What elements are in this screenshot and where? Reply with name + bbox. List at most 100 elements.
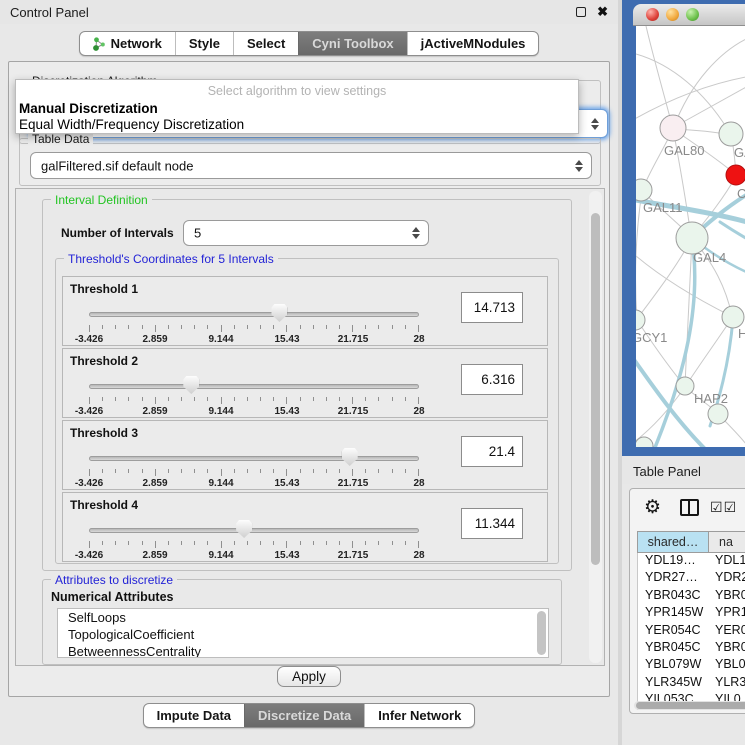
slider-thumb[interactable] xyxy=(342,448,358,466)
threshold-label: Threshold 2 xyxy=(70,354,138,368)
scrollbar-thumb[interactable] xyxy=(591,213,600,565)
columns-icon[interactable] xyxy=(680,499,699,516)
threshold-value-field[interactable]: 14.713 xyxy=(461,292,523,323)
attribute-list-item[interactable]: BetweennessCentrality xyxy=(58,643,548,658)
scrollbar-thumb[interactable] xyxy=(636,702,745,709)
cell-shared-name[interactable]: YLR345W xyxy=(638,675,709,692)
network-icon xyxy=(93,37,106,51)
table-row[interactable]: YDL19…YDL1 xyxy=(638,553,745,570)
network-node-hap2[interactable] xyxy=(676,377,694,395)
attribute-list-item[interactable]: SelfLoops xyxy=(58,609,548,626)
table-panel-title: Table Panel xyxy=(633,464,701,479)
slider-thumb[interactable] xyxy=(183,376,199,394)
table-data-combobox[interactable]: galFiltered.sif default node xyxy=(30,152,592,179)
network-node[interactable] xyxy=(636,437,653,447)
vertical-scrollbar[interactable] xyxy=(589,191,602,663)
network-node[interactable] xyxy=(660,115,686,141)
cell-shared-name[interactable]: YER054C xyxy=(638,623,709,640)
network-canvas[interactable]: GAL80 GA C GAL11 GAL4 GCY1 H HAP2 xyxy=(636,26,745,447)
column-header-shared-name[interactable]: shared… xyxy=(638,532,709,552)
cell-name[interactable]: YDL1 xyxy=(709,553,745,570)
list-scrollbar[interactable] xyxy=(537,611,546,655)
gear-icon[interactable]: ⚙ xyxy=(644,496,661,519)
checkbox-icon: ☑ xyxy=(710,499,724,515)
tick-label: 2.859 xyxy=(142,550,167,561)
cell-name[interactable]: YPR1 xyxy=(709,605,745,622)
column-header-name[interactable]: na xyxy=(709,532,745,552)
float-window-icon[interactable] xyxy=(576,7,586,17)
threshold-3-slider[interactable]: -3.426 2.859 9.144 15.43 21.715 28 xyxy=(89,447,419,489)
tab-jactivemnodules[interactable]: jActiveMNodules xyxy=(407,32,539,55)
cell-shared-name[interactable]: YPR145W xyxy=(638,605,709,622)
cell-shared-name[interactable]: YBR045C xyxy=(638,640,709,657)
tab-impute-data[interactable]: Impute Data xyxy=(144,704,244,727)
table-row[interactable]: YLR345WYLR3 xyxy=(638,675,745,692)
minimize-traffic-light-icon[interactable] xyxy=(666,8,679,21)
close-traffic-light-icon[interactable] xyxy=(646,8,659,21)
network-node[interactable] xyxy=(708,404,728,424)
zoom-traffic-light-icon[interactable] xyxy=(686,8,699,21)
cyni-toolbox-panel: Discretization Algorithm Select algorith… xyxy=(8,61,610,697)
network-node[interactable] xyxy=(722,306,744,328)
threshold-2-slider[interactable]: -3.426 2.859 9.144 15.43 21.715 28 xyxy=(89,375,419,417)
network-node[interactable] xyxy=(636,310,645,330)
slider-track[interactable] xyxy=(89,528,419,533)
cell-name[interactable]: YDR2 xyxy=(709,570,745,587)
network-window-titlebar[interactable] xyxy=(633,4,745,26)
select-columns-icon[interactable]: ☑☑ xyxy=(710,499,737,516)
table-row[interactable]: YBR043CYBR0 xyxy=(638,588,745,605)
threshold-value-field[interactable]: 6.316 xyxy=(461,364,523,395)
table-row[interactable]: YDR27…YDR2 xyxy=(638,570,745,587)
cell-name[interactable]: YBL0 xyxy=(709,657,745,674)
node-label-gal4: GAL4 xyxy=(693,250,726,265)
table-row[interactable]: YPR145WYPR1 xyxy=(638,605,745,622)
threshold-value-field[interactable]: 21.4 xyxy=(461,436,523,467)
tick-label: 28 xyxy=(413,478,424,489)
slider-track[interactable] xyxy=(89,456,419,461)
cell-name[interactable]: YBR0 xyxy=(709,588,745,605)
threshold-4-slider[interactable]: -3.426 2.859 9.144 15.43 21.715 28 xyxy=(89,519,419,561)
table-row[interactable]: YER054CYER0 xyxy=(638,623,745,640)
tab-style[interactable]: Style xyxy=(175,32,233,55)
table-row[interactable]: YBR045CYBR0 xyxy=(638,640,745,657)
cell-shared-name[interactable]: YBL079W xyxy=(638,657,709,674)
table-row[interactable]: YBL079WYBL0 xyxy=(638,657,745,674)
table-data-value: galFiltered.sif default node xyxy=(41,158,193,173)
cell-shared-name[interactable]: YBR043C xyxy=(638,588,709,605)
tick-label: 28 xyxy=(413,334,424,345)
attribute-list-item[interactable]: TopologicalCoefficient xyxy=(58,626,548,643)
tab-discretize-data[interactable]: Discretize Data xyxy=(244,704,364,727)
slider-tick-labels: -3.426 2.859 9.144 15.43 21.715 28 xyxy=(89,406,419,417)
network-node[interactable] xyxy=(719,122,743,146)
cell-name[interactable]: YER0 xyxy=(709,623,745,640)
number-of-intervals-combobox[interactable]: 5 xyxy=(183,220,429,246)
slider-thumb[interactable] xyxy=(236,520,252,538)
slider-tick-labels: -3.426 2.859 9.144 15.43 21.715 28 xyxy=(89,334,419,345)
attributes-to-discretize-group: Attributes to discretize Numerical Attri… xyxy=(42,579,562,665)
dropdown-prompt: Select algorithm to view settings xyxy=(16,84,578,98)
numerical-attributes-list[interactable]: SelfLoopsTopologicalCoefficientBetweenne… xyxy=(57,608,549,658)
tab-infer-network[interactable]: Infer Network xyxy=(364,704,474,727)
slider-track[interactable] xyxy=(89,312,419,317)
dropdown-option-manual-discretization[interactable]: Manual Discretization xyxy=(19,101,158,116)
tick-label: -3.426 xyxy=(75,550,103,561)
cell-shared-name[interactable]: YDR27… xyxy=(638,570,709,587)
group-title: Interval Definition xyxy=(51,193,152,207)
close-icon[interactable]: ✖ xyxy=(597,4,608,20)
algorithm-dropdown-popup: Select algorithm to view settings Manual… xyxy=(15,79,579,134)
cell-name[interactable]: YBR0 xyxy=(709,640,745,657)
cell-name[interactable]: YLR3 xyxy=(709,675,745,692)
slider-thumb[interactable] xyxy=(271,304,287,322)
threshold-value-field[interactable]: 11.344 xyxy=(461,508,523,539)
cell-shared-name[interactable]: YDL19… xyxy=(638,553,709,570)
tab-cyni-toolbox[interactable]: Cyni Toolbox xyxy=(298,32,406,55)
dropdown-option-equal-width-frequency[interactable]: Equal Width/Frequency Discretization xyxy=(19,117,244,132)
highlighted-network-node[interactable] xyxy=(726,165,745,185)
slider-track[interactable] xyxy=(89,384,419,389)
horizontal-scrollbar[interactable] xyxy=(634,701,745,710)
tab-network[interactable]: Network xyxy=(80,32,175,55)
node-label-partial: C xyxy=(737,186,745,201)
threshold-1-slider[interactable]: -3.426 2.859 9.144 15.43 21.715 28 xyxy=(89,303,419,345)
apply-button[interactable]: Apply xyxy=(277,666,341,687)
tab-select[interactable]: Select xyxy=(233,32,298,55)
